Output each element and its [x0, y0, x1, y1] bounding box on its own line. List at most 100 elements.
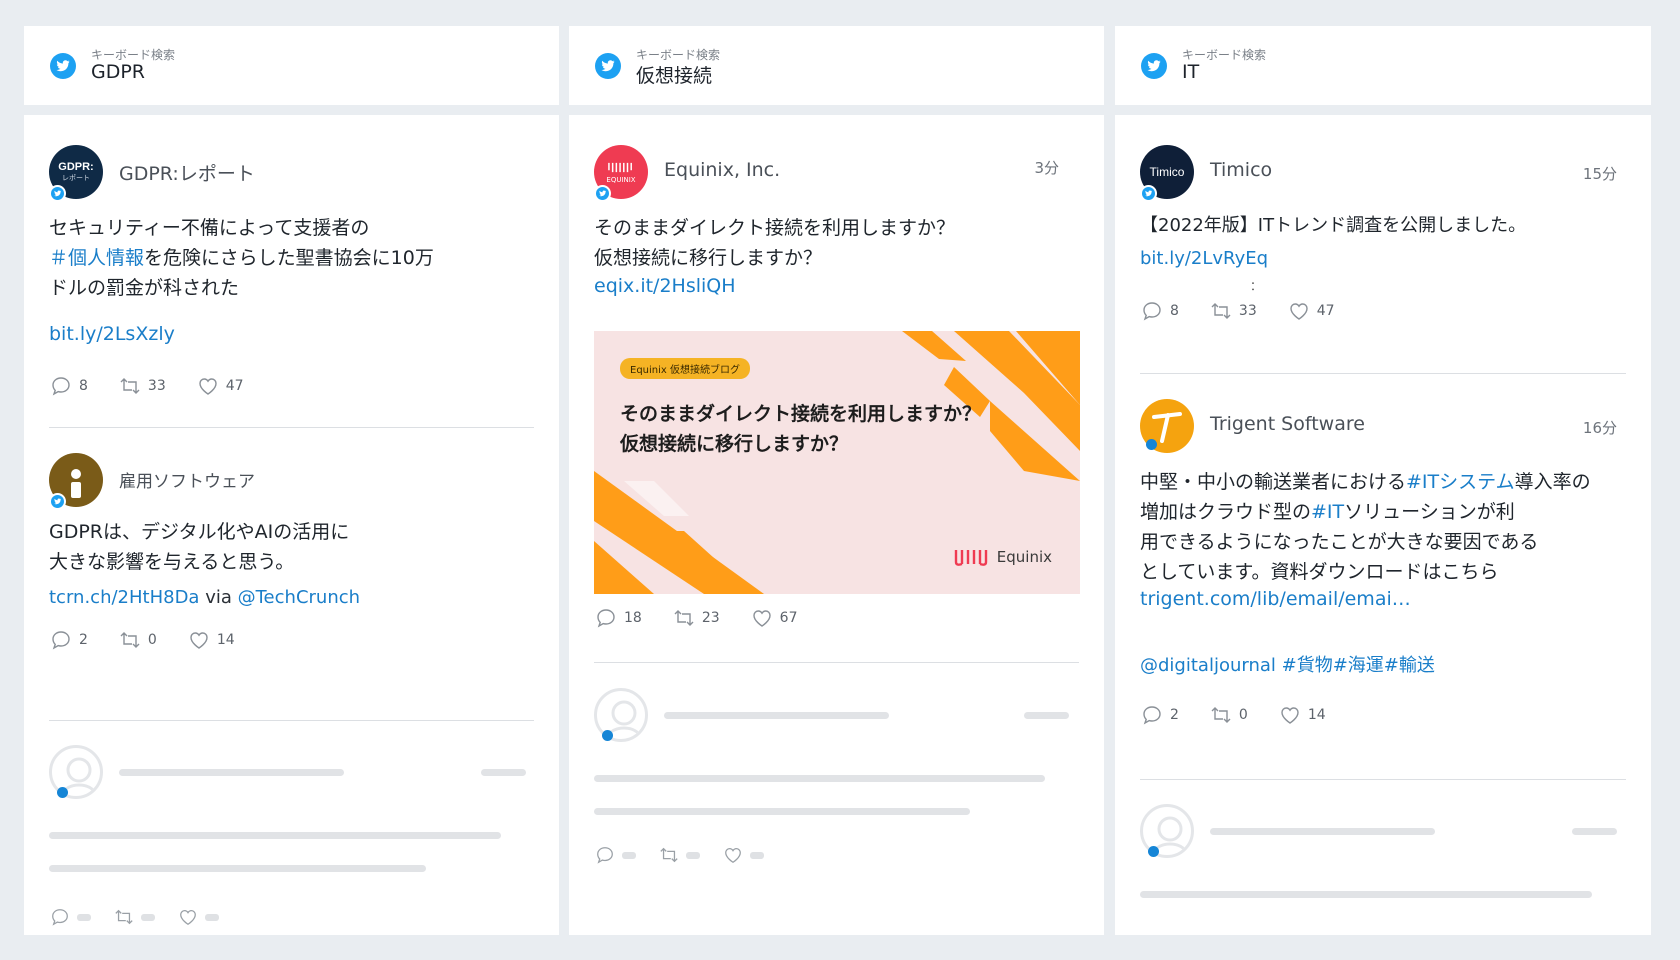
divider: [594, 662, 1079, 663]
retweet-button[interactable]: 0: [1209, 704, 1248, 726]
placeholder-line: [481, 769, 526, 776]
placeholder-line: [1572, 828, 1617, 835]
heart-icon: [1290, 303, 1308, 320]
tweet-actions: 8 33 47: [49, 375, 274, 397]
reply-icon: [52, 909, 68, 926]
retweet-count: 23: [701, 610, 720, 626]
author-name[interactable]: 雇用ソフトウェア: [119, 467, 255, 492]
heart-icon: [1281, 707, 1299, 724]
retweet-button[interactable]: 33: [118, 375, 166, 397]
hashtags-link[interactable]: @digitaljournal #貨物#海運#輸送: [1140, 651, 1435, 677]
placeholder-actions: [594, 845, 786, 865]
tweet-text-part: 増加はクラウド型の: [1140, 501, 1312, 523]
tweet-actions: 8 33 47: [1140, 300, 1365, 322]
reply-count: 8: [1170, 303, 1179, 319]
tweet-link-row: tcrn.ch/2HtH8Da via @TechCrunch: [49, 587, 360, 608]
hashtag-link[interactable]: #ITシステム: [1406, 471, 1515, 493]
like-button[interactable]: 14: [1278, 704, 1326, 726]
like-button[interactable]: 47: [1287, 300, 1335, 322]
search-keyword: 仮想接続: [636, 65, 713, 87]
placeholder-line: [594, 808, 970, 815]
tweet-card[interactable]: 雇用ソフトウェア GDPRは、デジタル化やAIの活用に 大きな影響を与えると思う…: [49, 453, 534, 663]
twitter-bird-icon: [595, 53, 621, 79]
status-dot: [1146, 439, 1157, 450]
tweet-text-part: ソリューションが利: [1344, 501, 1515, 523]
retweet-button[interactable]: 0: [118, 629, 157, 651]
avatar-subtext: レポート: [62, 174, 90, 182]
column-virtual-connection: キーボード検索 仮想接続 EQUINIX Equinix, Inc. 3分 その…: [569, 26, 1104, 935]
column-header[interactable]: キーボード検索 GDPR: [24, 26, 559, 105]
column-gdpr: キーボード検索 GDPR GDPR: レポート GDPR:レポート セキュリティ…: [24, 26, 559, 935]
column-it: キーボード検索 IT Timico Timico 15分 【2022年版】ITト…: [1115, 26, 1651, 935]
tweet-card[interactable]: Timico Timico 15分 【2022年版】ITトレンド調査を公開しまし…: [1140, 145, 1626, 345]
avatar-text: GDPR:: [58, 161, 94, 173]
reply-count: 18: [624, 610, 642, 626]
media-headline: そのままダイレクト接続を利用しますか？ 仮想接続に移行しますか？: [620, 403, 982, 455]
equinix-logo-icon: [954, 550, 987, 566]
placeholder-line: [1024, 712, 1069, 719]
author-name[interactable]: Equinix, Inc.: [664, 159, 780, 181]
reply-count: 8: [79, 378, 88, 394]
ellipsis-mark: ：: [1250, 279, 1263, 293]
retweet-icon: [660, 847, 678, 863]
retweet-icon: [1211, 303, 1231, 319]
tweet-placeholder: [49, 745, 534, 926]
author-name[interactable]: GDPR:レポート: [119, 159, 255, 186]
heart-icon: [180, 909, 196, 926]
tweet-card[interactable]: Trigent Software 16分 中堅・中小の輸送業者における#ITシス…: [1140, 399, 1626, 739]
like-button[interactable]: 14: [187, 629, 235, 651]
tweet-card[interactable]: GDPR: レポート GDPR:レポート セキュリティー不備によって支援者の ＃個…: [49, 145, 534, 415]
retweet-icon: [674, 610, 694, 626]
placeholder-line: [664, 712, 889, 719]
media-card[interactable]: Equinix 仮想接続ブログ そのままダイレクト接続を利用しますか？ 仮想接続…: [594, 331, 1080, 594]
mention-link[interactable]: @TechCrunch: [238, 587, 360, 608]
tweet-text: 中堅・中小の輸送業者における#ITシステム導入率の 増加はクラウド型の#ITソリュ…: [1140, 467, 1626, 587]
reply-button[interactable]: 2: [49, 629, 88, 651]
retweet-count: 0: [147, 632, 157, 648]
placeholder-line: [594, 775, 1045, 782]
twitter-bird-icon: [1141, 53, 1167, 79]
placeholder-line: [119, 769, 344, 776]
tweet-link[interactable]: trigent.com/lib/email/emai…: [1140, 588, 1411, 610]
avatar-text: Timico: [1149, 165, 1185, 179]
twitter-badge-icon: [1140, 185, 1157, 202]
hashtag-link[interactable]: ＃個人情報: [49, 247, 144, 269]
reply-button[interactable]: 18: [594, 607, 642, 629]
like-button[interactable]: 47: [196, 375, 244, 397]
tweet-link[interactable]: bit.ly/2LvRyEq: [1140, 248, 1268, 269]
reply-button[interactable]: 8: [1140, 300, 1179, 322]
hashtag-link[interactable]: #IT: [1311, 501, 1344, 523]
tweet-link[interactable]: bit.ly/2LsXzly: [49, 323, 175, 345]
column-header[interactable]: キーボード検索 IT: [1115, 26, 1651, 105]
reply-button[interactable]: 2: [1140, 704, 1179, 726]
retweet-button[interactable]: 23: [672, 607, 720, 629]
reply-button[interactable]: 8: [49, 375, 88, 397]
author-name[interactable]: Timico: [1210, 159, 1272, 181]
tweet-actions: 2 0 14: [1140, 704, 1356, 726]
like-button[interactable]: 67: [750, 607, 798, 629]
timestamp: 3分: [1034, 159, 1059, 177]
heart-icon: [725, 847, 741, 864]
reply-icon: [52, 377, 70, 396]
media-tag: Equinix 仮想接続ブログ: [620, 358, 750, 379]
retweet-icon: [1211, 707, 1231, 723]
like-count: 14: [216, 632, 235, 648]
retweet-icon: [120, 378, 140, 394]
tweet-link[interactable]: tcrn.ch/2HtH8Da: [49, 587, 199, 608]
reply-icon: [597, 609, 615, 628]
like-count: 67: [779, 610, 798, 626]
avatar-subtext: EQUINIX: [606, 175, 636, 184]
column-header[interactable]: キーボード検索 仮想接続: [569, 26, 1104, 105]
author-name[interactable]: Trigent Software: [1210, 413, 1365, 435]
placeholder-line: [1140, 891, 1592, 898]
tweet-placeholder: [594, 688, 1079, 888]
tweet-text-part: セキュリティー不備によって支援者の: [49, 217, 370, 239]
retweet-button[interactable]: 33: [1209, 300, 1257, 322]
media-brand: Equinix: [953, 546, 1052, 568]
tweet-card[interactable]: EQUINIX Equinix, Inc. 3分 そのままダイレクト接続を利用し…: [594, 145, 1080, 628]
tweet-text: GDPRは、デジタル化やAIの活用に 大きな影響を与えると思う。: [49, 521, 350, 573]
tweet-link[interactable]: eqix.it/2HsliQH: [594, 275, 736, 297]
tweet-feed: Timico Timico 15分 【2022年版】ITトレンド調査を公開しまし…: [1115, 115, 1651, 935]
twitter-badge-icon: [49, 493, 66, 510]
tweet-text-part: 導入率の: [1514, 471, 1591, 493]
